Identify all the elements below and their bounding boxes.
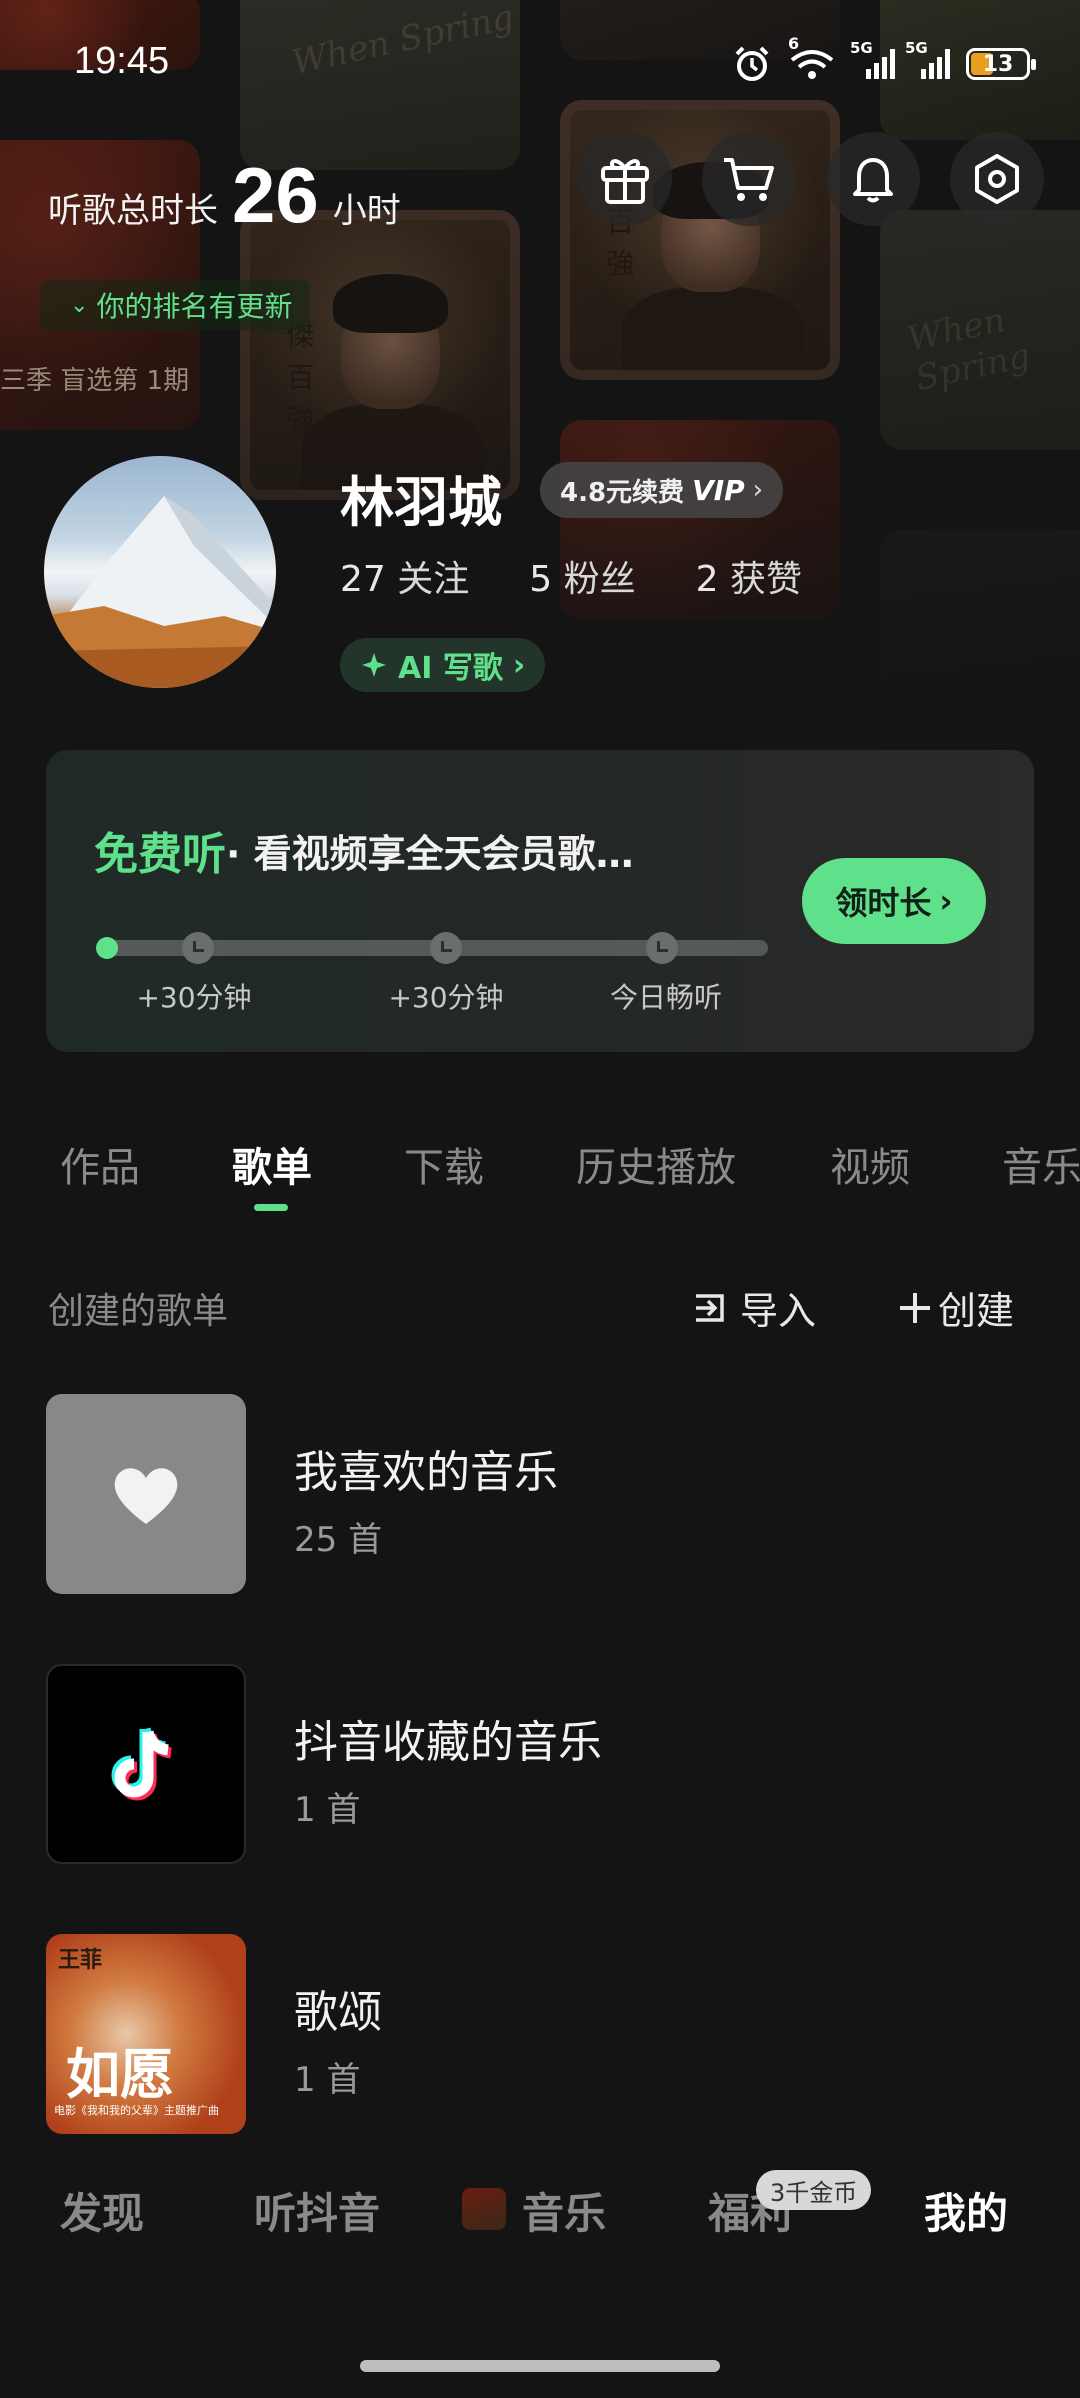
ai-write-label: AI 写歌 bbox=[398, 651, 503, 686]
tab-downloads[interactable]: 下载 bbox=[404, 1135, 484, 1193]
milestone-label: +30分钟 bbox=[136, 981, 252, 1014]
listen-label: 听歌总时长 bbox=[48, 191, 218, 231]
nav-listen-douyin[interactable]: 听抖音 bbox=[254, 2180, 380, 2241]
bell-icon bbox=[853, 158, 893, 203]
home-indicator[interactable] bbox=[360, 2360, 720, 2372]
tab-indicator bbox=[254, 1204, 288, 1211]
user-name: 林羽城 bbox=[340, 471, 502, 534]
plus-icon bbox=[900, 1292, 930, 1323]
rank-update-chip[interactable]: ⌄ 你的排名有更新 bbox=[40, 280, 311, 330]
milestone-clock-icon bbox=[182, 932, 214, 964]
bottom-nav: 发现 听抖音 音乐 福利 3千金币 我的 bbox=[0, 2150, 1080, 2290]
free-listen-progress bbox=[96, 932, 768, 964]
playlist-cover bbox=[46, 1664, 246, 1864]
signal-icon: 5G bbox=[850, 39, 895, 79]
cover-caption: 电影《我和我的父辈》主题推广曲 bbox=[54, 2104, 219, 2117]
nav-discover[interactable]: 发现 bbox=[60, 2180, 144, 2241]
chevron-right-icon: › bbox=[752, 475, 764, 505]
listen-unit: 小时 bbox=[332, 191, 401, 231]
battery-level: 13 bbox=[982, 51, 1014, 77]
playlist-item[interactable]: 我喜欢的音乐 25 首 bbox=[46, 1394, 1036, 1594]
wifi-icon: 6 bbox=[788, 34, 840, 82]
avatar[interactable] bbox=[44, 456, 276, 688]
vip-renew-button[interactable]: 4.8元续费 VIP › bbox=[540, 462, 784, 518]
free-listen-title: 免费听 · 看视频享全天会员歌… bbox=[94, 829, 634, 880]
milestone-clock-icon bbox=[646, 932, 678, 964]
free-listen-card[interactable]: 免费听 · 看视频享全天会员歌… 领时长 › +30分钟 +30分钟 今日畅听 bbox=[46, 750, 1034, 1052]
gift-button[interactable] bbox=[578, 132, 672, 226]
tab-videos[interactable]: 视频 bbox=[830, 1135, 910, 1193]
nav-me[interactable]: 我的 bbox=[924, 2180, 1008, 2241]
chevron-down-icon: ⌄ bbox=[70, 292, 89, 318]
settings-button[interactable] bbox=[950, 132, 1044, 226]
signal-icon-2: 5G bbox=[905, 39, 950, 79]
tab-works[interactable]: 作品 bbox=[60, 1135, 140, 1193]
playlist-count: 1 首 bbox=[294, 1790, 361, 1830]
import-button[interactable]: 导入 bbox=[690, 1280, 816, 1335]
alarm-icon bbox=[735, 46, 769, 81]
create-button[interactable]: 创建 bbox=[896, 1280, 1014, 1335]
chevron-right-icon: › bbox=[512, 647, 526, 683]
cart-button[interactable] bbox=[702, 132, 796, 226]
rank-update-text: 你的排名有更新 bbox=[96, 290, 293, 323]
cover-artist: 王菲 bbox=[58, 1947, 103, 1973]
playlist-cover bbox=[46, 1394, 246, 1594]
cart-icon bbox=[724, 158, 774, 201]
playlist-cover: 王菲 如愿 电影《我和我的父辈》主题推广曲 bbox=[46, 1934, 246, 2134]
tab-history[interactable]: 历史播放 bbox=[576, 1135, 736, 1193]
playlist-item[interactable]: 抖音收藏的音乐 1 首 bbox=[46, 1664, 1036, 1864]
following-stat[interactable]: 27 关注 bbox=[340, 550, 469, 602]
battery-icon: 13 bbox=[966, 48, 1036, 80]
vip-price: 4.8元续费 bbox=[560, 477, 685, 508]
listen-hours: 26 bbox=[232, 151, 319, 239]
listen-time[interactable]: 听歌总时长 26 小时 bbox=[48, 150, 401, 241]
section-title: 创建的歌单 bbox=[48, 1291, 229, 1332]
gift-icon bbox=[601, 159, 649, 204]
douyin-logo-icon bbox=[111, 1727, 172, 1801]
profile-stats: 27 关注 5 粉丝 2 获赞 bbox=[340, 550, 802, 602]
coin-badge: 3千金币 bbox=[756, 2170, 872, 2210]
fans-stat[interactable]: 5 粉丝 bbox=[529, 550, 635, 602]
chevron-right-icon: › bbox=[939, 882, 953, 920]
playlist-name: 歌颂 bbox=[294, 1987, 382, 2038]
progress-start-dot bbox=[96, 937, 118, 959]
vip-tag: VIP bbox=[692, 473, 745, 507]
background-caption: 三季 盲选第 1期 bbox=[0, 366, 190, 396]
wifi-badge: 6 bbox=[788, 34, 800, 53]
header-actions bbox=[578, 132, 1044, 226]
milestone-label: 今日畅听 bbox=[609, 981, 723, 1014]
claim-time-button[interactable]: 领时长 › bbox=[802, 858, 986, 944]
likes-stat[interactable]: 2 获赞 bbox=[696, 550, 802, 602]
nav-music[interactable]: 音乐 bbox=[522, 2180, 606, 2241]
milestone-label: +30分钟 bbox=[388, 981, 504, 1014]
playlist-name: 我喜欢的音乐 bbox=[294, 1447, 558, 1498]
playlist-item[interactable]: 王菲 如愿 电影《我和我的父辈》主题推广曲 歌颂 1 首 bbox=[46, 1934, 1036, 2134]
heart-icon bbox=[114, 1468, 178, 1524]
settings-icon bbox=[975, 154, 1019, 204]
status-time: 19:45 bbox=[74, 40, 170, 82]
tab-music[interactable]: 音乐 bbox=[1002, 1135, 1080, 1193]
playlist-count: 25 首 bbox=[294, 1520, 383, 1560]
tab-playlists[interactable]: 歌单 bbox=[232, 1135, 312, 1193]
cover-title: 如愿 bbox=[66, 2042, 174, 2106]
sparkle-icon bbox=[362, 653, 386, 677]
import-icon bbox=[696, 1293, 724, 1322]
playlist-name: 抖音收藏的音乐 bbox=[294, 1717, 602, 1768]
milestone-clock-icon bbox=[430, 932, 462, 964]
now-playing-thumb[interactable] bbox=[462, 2188, 506, 2230]
playlist-count: 1 首 bbox=[294, 2060, 361, 2100]
notification-button[interactable] bbox=[826, 132, 920, 226]
status-bar: 19:45 6 5G 5G 13 bbox=[0, 34, 1080, 90]
ai-write-button[interactable]: AI 写歌 › bbox=[340, 638, 546, 692]
